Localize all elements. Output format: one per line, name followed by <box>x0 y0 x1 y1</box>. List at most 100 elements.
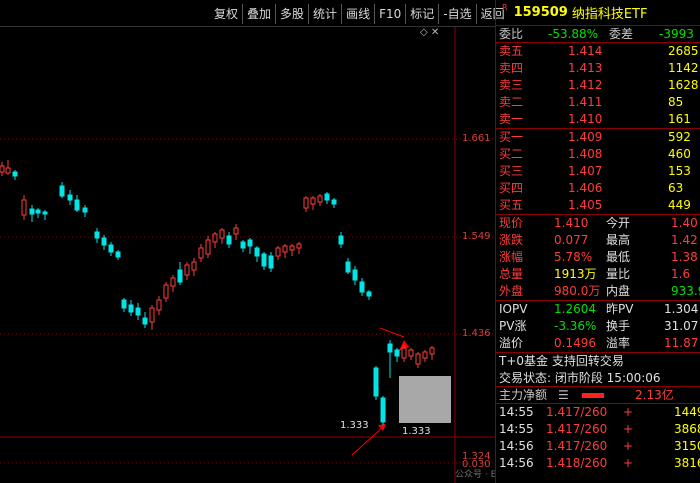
tick-time: 14:55 <box>499 405 534 419</box>
candle-body <box>42 211 48 215</box>
quote-row: 涨跌 0.077 最高 1.42 <box>496 232 700 249</box>
ask-row: 卖一 1.410 161 <box>496 111 700 128</box>
volume-level-label: 0.030 <box>462 459 491 470</box>
trading-status-text: 交易状态: 闭市阶段 15:00:06 <box>499 371 661 385</box>
diff-label: 委差 <box>609 27 634 41</box>
quote-value: 1.410 <box>554 216 589 230</box>
ask-row: 卖三 1.412 1628 <box>496 77 700 94</box>
trading-status: 交易状态: 闭市阶段 15:00:06 <box>496 370 700 387</box>
security-name[interactable]: 纳指科技ETF <box>572 3 648 22</box>
candle-body <box>317 195 323 203</box>
candle-body <box>296 243 302 249</box>
candle-body <box>35 209 41 214</box>
etf-value: 1.304 <box>664 302 699 316</box>
candle-body <box>310 197 316 205</box>
t0-notice-text: T+0基金 支持回转交易 <box>499 354 624 368</box>
candle-body <box>366 291 372 297</box>
kline-chart[interactable]: ◇ ✕ 1.333 1.333 公众号 · ETF小王子 1.661 1.549… <box>0 0 495 483</box>
etf-value: 11.87 <box>664 336 699 350</box>
etf-row: IOPV 1.2604 昨PV 1.304 <box>496 301 700 318</box>
candle-body <box>422 351 428 359</box>
candle-body <box>380 397 386 423</box>
bid-label: 买三 <box>499 164 524 178</box>
ratio-value: -53.88% <box>548 27 599 41</box>
quote-value: 1.40 <box>671 216 698 230</box>
candle-body <box>373 367 379 397</box>
candle-body <box>261 253 267 267</box>
etf-label: IOPV <box>499 302 528 316</box>
security-code[interactable]: 159509 <box>514 5 568 20</box>
tick-price: 1.418/260 <box>546 456 608 470</box>
ask-volume: 1628 <box>668 78 699 92</box>
candle-body <box>67 194 73 201</box>
highlight-box <box>399 376 451 423</box>
candle-body <box>82 207 88 213</box>
ratio-label: 委比 <box>499 27 524 41</box>
tick-price: 1.417/260 <box>546 422 608 436</box>
etf-label: PV涨 <box>499 319 527 333</box>
bid-price: 1.406 <box>568 181 603 195</box>
candle-body <box>282 245 288 253</box>
candle-body <box>226 235 232 245</box>
flag-badge: R <box>502 3 508 12</box>
quote-label: 最低 <box>606 250 631 264</box>
etf-label: 昨PV <box>606 302 634 316</box>
candle-body <box>128 304 134 313</box>
list-icon[interactable]: ☰ <box>558 387 569 404</box>
ask-volume: 1142 <box>668 61 699 75</box>
tick-volume: 3868 <box>674 422 700 436</box>
candle-body <box>254 247 260 257</box>
tick-volume: 1449 <box>674 405 700 419</box>
tick-direction: + <box>623 422 634 436</box>
candle-body <box>247 239 253 247</box>
tick-time: 14:56 <box>499 456 534 470</box>
candle-body <box>121 299 127 309</box>
etf-stats: IOPV 1.2604 昨PV 1.304 PV涨 -3.36% 换手 31.07 溢价 0.14… <box>496 301 700 353</box>
quote-label: 涨跌 <box>499 233 524 247</box>
t0-notice: T+0基金 支持回转交易 <box>496 353 700 370</box>
bid-row: 买四 1.406 63 <box>496 180 700 197</box>
candle-body <box>108 244 114 253</box>
tick-row: 14:56 1.417/260 +3150 <box>496 438 700 455</box>
etf-row: 溢价 0.1496 溢率 11.87 <box>496 335 700 352</box>
order-ratio-row: 委比 -53.88% 委差 -3993 <box>496 26 700 43</box>
watermark-text: 公众号 · ETF小王子 <box>455 469 495 480</box>
ask-row: 卖二 1.411 85 <box>496 94 700 111</box>
quote-label: 量比 <box>606 267 631 281</box>
candle-body <box>233 227 239 235</box>
bid-volume: 592 <box>668 130 691 144</box>
quote-value: 933.97 <box>671 284 700 298</box>
etf-value: 1.2604 <box>554 302 596 316</box>
tick-direction: + <box>623 439 634 453</box>
candle-body <box>289 245 295 251</box>
ask-price: 1.412 <box>568 78 603 92</box>
quote-row: 涨幅 5.78% 最低 1.38 <box>496 249 700 266</box>
tick-row: 14:55 1.417/260 +1449 <box>496 404 700 421</box>
candle-body <box>59 185 65 197</box>
candle-body <box>338 235 344 245</box>
bid-label: 买五 <box>499 198 524 212</box>
bid-volume: 449 <box>668 198 691 212</box>
price-level-label: 1.661 <box>462 133 491 144</box>
candle-body <box>170 277 176 287</box>
candle-body <box>12 171 18 177</box>
quote-row: 总量 1913万 量比 1.6 <box>496 266 700 283</box>
tick-list[interactable]: 14:551.417/260+144914:55 1.417/260 +3868 14… <box>496 404 700 472</box>
candle-body <box>29 208 35 215</box>
candle-body <box>408 349 414 357</box>
quote-label: 今开 <box>606 216 631 230</box>
low-price-marker-2: 1.333 <box>402 426 431 437</box>
ask-volume: 2685 <box>668 44 699 58</box>
candle-body <box>324 193 330 201</box>
candle-body <box>387 343 393 353</box>
bid-row: 买五 1.405 449 <box>496 197 700 214</box>
quote-stats: 现价 1.410 今开 1.40 涨跌 0.077 最高 1.42 涨幅 5.78% 最低 1.38 总… <box>496 215 700 301</box>
candle-body <box>303 197 309 209</box>
price-level-label: 1.436 <box>462 328 491 339</box>
main-flow-value: 2.13亿 <box>635 388 674 402</box>
etf-value: -3.36% <box>554 319 597 333</box>
security-header: R 159509 纳指科技ETF <box>496 0 700 26</box>
bid-row: 买一 1.409 592 <box>496 129 700 146</box>
tick-volume: 3150 <box>674 439 700 453</box>
quote-value: 1913万 <box>554 267 597 281</box>
